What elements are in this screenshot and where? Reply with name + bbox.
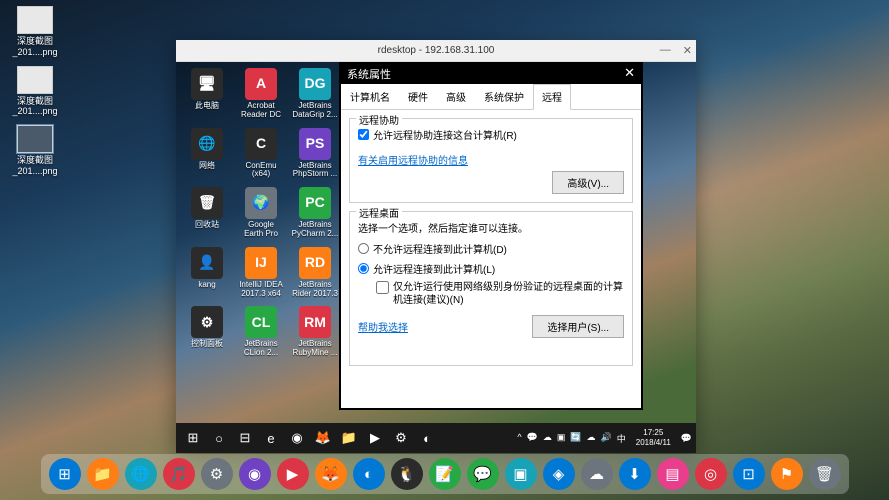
- dock-item[interactable]: ⊞: [49, 458, 81, 490]
- taskbar-item[interactable]: 🦊: [310, 425, 336, 451]
- desktop-icon[interactable]: RMJetBrainsRubyMine ...: [290, 306, 340, 358]
- host-dock: ⊞📁🌐🎵⚙◉▶🦊◐🐧📝💬▣◈☁⬇▤◎⊡⚑🗑: [41, 454, 849, 494]
- desktop-icon[interactable]: RDJetBrainsRider 2017.3: [290, 247, 340, 299]
- nla-checkbox[interactable]: [376, 281, 389, 294]
- dock-item[interactable]: 🎵: [163, 458, 195, 490]
- allow-remote-assist-label: 允许远程协助连接这台计算机(R): [373, 127, 517, 142]
- remote-assist-info-link[interactable]: 有关启用远程协助的信息: [358, 152, 468, 167]
- host-screenshot-icon[interactable]: 深度截图_201....png: [8, 6, 62, 58]
- dialog-close-button[interactable]: ✕: [624, 65, 635, 81]
- system-properties-dialog: 系统属性 ✕ 计算机名硬件高级系统保护远程 远程协助 允许远程协助连接这台计算机…: [339, 62, 643, 410]
- desktop-icon[interactable]: 🖥此电脑: [182, 68, 232, 120]
- taskbar-item[interactable]: ⚙: [388, 425, 414, 451]
- allow-remote-radio[interactable]: [358, 263, 369, 274]
- desktop-icon[interactable]: CConEmu(x64): [236, 128, 286, 180]
- desktop-icon[interactable]: 🌐网络: [182, 128, 232, 180]
- deny-remote-radio[interactable]: [358, 243, 369, 254]
- select-users-button[interactable]: 选择用户(S)...: [532, 315, 624, 338]
- tab-计算机名[interactable]: 计算机名: [341, 84, 399, 109]
- allow-remote-label: 允许远程连接到此计算机(L): [373, 261, 495, 276]
- desktop-icon[interactable]: 👤kang: [182, 247, 232, 299]
- notification-icon[interactable]: 💬: [681, 433, 692, 444]
- dock-item[interactable]: ▤: [657, 458, 689, 490]
- taskbar-item[interactable]: ⊞: [180, 425, 206, 451]
- advanced-button[interactable]: 高级(V)...: [552, 171, 624, 194]
- tray-icon[interactable]: ☁: [543, 432, 552, 445]
- windows-taskbar: ⊞○⊟e◉🦊📁▶⚙◐ ^ 💬 ☁ ▣ 🔄 ☁ 🔊 中 17:25 2018/4/11 💬: [176, 423, 696, 453]
- dock-item[interactable]: ◐: [353, 458, 385, 490]
- taskbar-item[interactable]: ◐: [414, 425, 440, 451]
- dock-item[interactable]: 🌐: [125, 458, 157, 490]
- tab-远程[interactable]: 远程: [533, 84, 571, 110]
- tray-icon[interactable]: 🔊: [601, 432, 612, 445]
- taskbar-item[interactable]: 📁: [336, 425, 362, 451]
- dock-item[interactable]: ⚑: [771, 458, 803, 490]
- remote-desktop-legend: 远程桌面: [356, 205, 402, 220]
- tray-icon[interactable]: ☁: [587, 432, 596, 445]
- dialog-title: 系统属性: [347, 69, 391, 81]
- tab-硬件[interactable]: 硬件: [399, 84, 437, 109]
- dock-item[interactable]: 🗑: [809, 458, 841, 490]
- dialog-titlebar[interactable]: 系统属性 ✕: [339, 62, 643, 84]
- host-desktop-icons: 深度截图_201....png 深度截图_201....png 深度截图_201..…: [8, 6, 62, 177]
- rdesktop-title: rdesktop - 192.168.31.100: [378, 45, 495, 56]
- tab-bar: 计算机名硬件高级系统保护远程: [341, 84, 641, 110]
- host-screenshot-icon[interactable]: 深度截图_201....png: [8, 125, 62, 177]
- minimize-button[interactable]: —: [660, 44, 671, 57]
- dock-item[interactable]: 🦊: [315, 458, 347, 490]
- tray-icon[interactable]: ▣: [557, 432, 566, 445]
- deny-remote-label: 不允许远程连接到此计算机(D): [373, 241, 507, 256]
- rdesktop-window: rdesktop - 192.168.31.100 — ✕ 🖥此电脑AAcrob…: [176, 40, 696, 453]
- desktop-icon[interactable]: 🗑回收站: [182, 187, 232, 239]
- desktop-icon[interactable]: PCJetBrainsPyCharm 2...: [290, 187, 340, 239]
- remote-desktop-instruction: 选择一个选项，然后指定谁可以连接。: [358, 220, 624, 235]
- tab-系统保护[interactable]: 系统保护: [475, 84, 533, 109]
- desktop-icon[interactable]: CLJetBrainsCLion 2...: [236, 306, 286, 358]
- dock-item[interactable]: ▶: [277, 458, 309, 490]
- dock-item[interactable]: ⬇: [619, 458, 651, 490]
- rdesktop-titlebar[interactable]: rdesktop - 192.168.31.100 — ✕: [176, 40, 696, 62]
- desktop-icon[interactable]: AAcrobatReader DC: [236, 68, 286, 120]
- remote-assistance-group: 远程协助 允许远程协助连接这台计算机(R) 有关启用远程协助的信息 高级(V).…: [349, 118, 633, 203]
- dock-item[interactable]: ▣: [505, 458, 537, 490]
- desktop-icon[interactable]: IJIntelliJ IDEA2017.3 x64: [236, 247, 286, 299]
- tray-icon[interactable]: ^: [517, 432, 521, 445]
- tray-icon[interactable]: 💬: [527, 432, 538, 445]
- dock-item[interactable]: 🐧: [391, 458, 423, 490]
- dock-item[interactable]: ◎: [695, 458, 727, 490]
- dock-item[interactable]: 📁: [87, 458, 119, 490]
- close-button[interactable]: ✕: [683, 44, 692, 57]
- taskbar-item[interactable]: ◉: [284, 425, 310, 451]
- dock-item[interactable]: ⚙: [201, 458, 233, 490]
- remote-desktop-group: 远程桌面 选择一个选项，然后指定谁可以连接。 不允许远程连接到此计算机(D) 允…: [349, 211, 633, 366]
- nla-label: 仅允许运行使用网络级别身份验证的远程桌面的计算机连接(建议)(N): [393, 281, 624, 307]
- host-screenshot-icon[interactable]: 深度截图_201....png: [8, 66, 62, 118]
- taskbar-item[interactable]: ⊟: [232, 425, 258, 451]
- remote-desktop: 🖥此电脑AAcrobatReader DCDGJetBrainsDataGrip…: [176, 62, 696, 453]
- tab-高级[interactable]: 高级: [437, 84, 475, 109]
- help-choose-link[interactable]: 帮助我选择: [358, 319, 408, 334]
- taskbar-item[interactable]: e: [258, 425, 284, 451]
- remote-desktop-icons: 🖥此电脑AAcrobatReader DCDGJetBrainsDataGrip…: [182, 68, 340, 358]
- dock-item[interactable]: ◈: [543, 458, 575, 490]
- dock-item[interactable]: 💬: [467, 458, 499, 490]
- taskbar-item[interactable]: ○: [206, 425, 232, 451]
- desktop-icon[interactable]: PSJetBrainsPhpStorm ...: [290, 128, 340, 180]
- dock-item[interactable]: 📝: [429, 458, 461, 490]
- allow-remote-assist-checkbox[interactable]: [358, 129, 369, 140]
- taskbar-item[interactable]: ▶: [362, 425, 388, 451]
- dock-item[interactable]: ◉: [239, 458, 271, 490]
- tray-icon[interactable]: 中: [617, 432, 626, 445]
- desktop-icon[interactable]: DGJetBrainsDataGrip 2...: [290, 68, 340, 120]
- taskbar-clock[interactable]: 17:25 2018/4/11: [632, 428, 675, 447]
- desktop-icon[interactable]: ⚙控制面板: [182, 306, 232, 358]
- desktop-icon[interactable]: 🌍GoogleEarth Pro: [236, 187, 286, 239]
- remote-assistance-legend: 远程协助: [356, 112, 402, 127]
- dock-item[interactable]: ⊡: [733, 458, 765, 490]
- dock-item[interactable]: ☁: [581, 458, 613, 490]
- tray-icon[interactable]: 🔄: [570, 432, 581, 445]
